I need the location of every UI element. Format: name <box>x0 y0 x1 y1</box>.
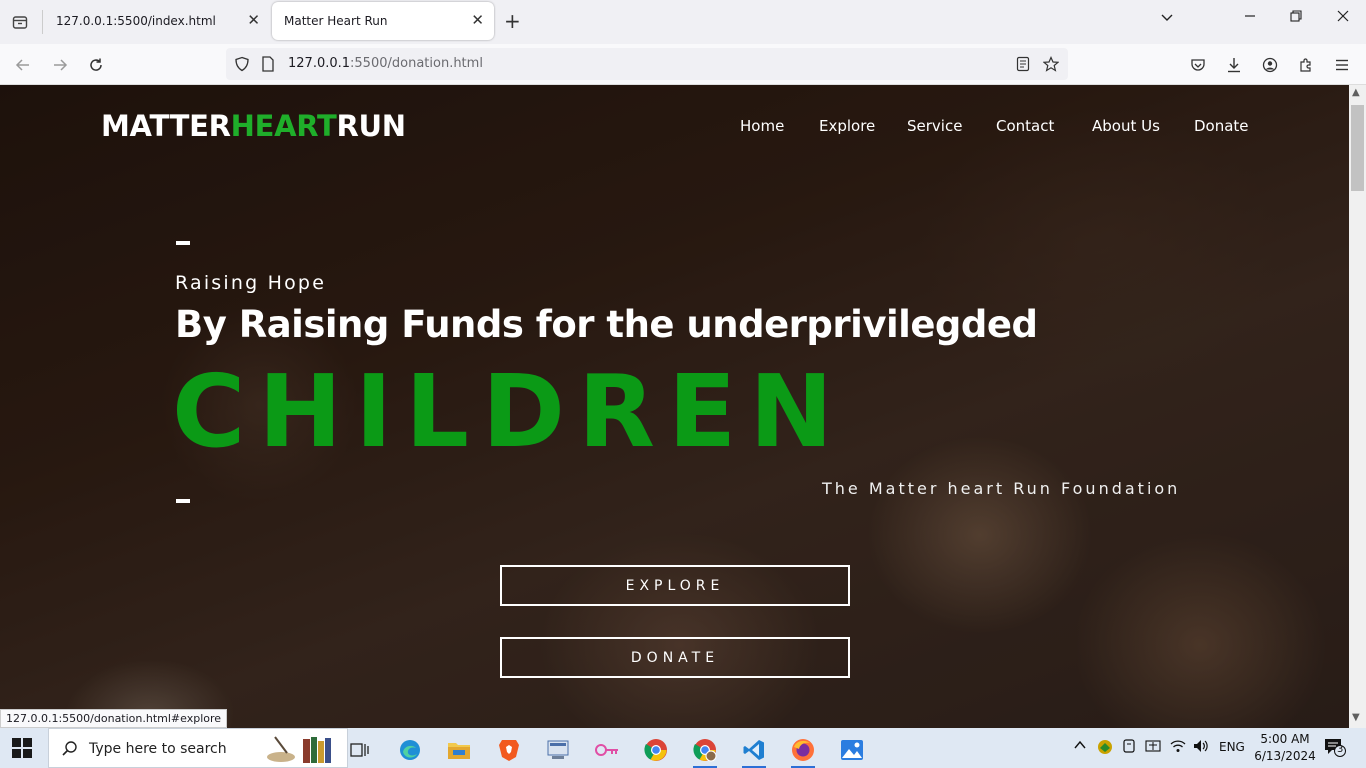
restore-icon[interactable] <box>1290 10 1302 26</box>
browser-tab-bar: 127.0.0.1:5500/index.html ✕ Matter Heart… <box>0 0 1366 44</box>
explore-button[interactable]: EXPLORE <box>500 565 850 606</box>
hero-content: MATTERHEARTRUN Home Explore Service Cont… <box>0 85 1349 728</box>
close-icon[interactable]: ✕ <box>247 13 260 28</box>
notification-center-icon[interactable]: 3 <box>1324 737 1346 760</box>
language-indicator[interactable]: ENG <box>1219 740 1245 754</box>
logo-part-heart: HEART <box>230 109 337 143</box>
browser-nav-bar: 127.0.0.1:5500/donation.html <box>0 44 1366 85</box>
pocket-icon[interactable] <box>1188 55 1208 75</box>
tab-title: Matter Heart Run <box>284 14 388 28</box>
search-icon <box>61 740 79 762</box>
file-explorer-icon[interactable] <box>439 732 479 768</box>
status-link-preview: 127.0.0.1:5500/donation.html#explore <box>0 709 228 728</box>
url-host: 127.0.0.1 <box>288 56 351 71</box>
key-app-icon[interactable] <box>587 732 627 768</box>
forward-arrow-icon[interactable] <box>47 52 73 78</box>
scroll-down-arrow-icon[interactable]: ▼ <box>1352 712 1360 723</box>
address-bar[interactable]: 127.0.0.1:5500/donation.html <box>226 48 1068 80</box>
page-icon[interactable] <box>259 55 277 73</box>
taskbar-clock[interactable]: 5:00 AM 6/13/2024 <box>1250 731 1320 765</box>
search-highlight-books-icon <box>261 733 337 768</box>
tab-overflow-chevron-down-icon[interactable] <box>1160 10 1174 28</box>
windows-taskbar: Type here to search ENG 5:00 AM 6/13/202… <box>0 728 1366 768</box>
brave-browser-icon[interactable] <box>489 732 529 768</box>
edge-browser-icon[interactable] <box>390 732 430 768</box>
hero-foundation-text: The Matter heart Run Foundation <box>822 479 1181 498</box>
nav-service[interactable]: Service <box>907 117 962 135</box>
bottom-dash-decoration <box>176 499 190 503</box>
hero-section: MATTERHEARTRUN Home Explore Service Cont… <box>0 85 1349 728</box>
volume-icon[interactable] <box>1193 738 1209 757</box>
search-placeholder: Type here to search <box>89 741 227 757</box>
photos-icon[interactable] <box>832 732 872 768</box>
scroll-up-arrow-icon[interactable]: ▲ <box>1352 87 1360 98</box>
nav-about-us[interactable]: About Us <box>1092 117 1160 135</box>
show-hidden-icons-chevron-up-icon[interactable] <box>1073 738 1087 755</box>
chrome-icon[interactable] <box>636 732 676 768</box>
clock-time: 5:00 AM <box>1260 732 1310 746</box>
bookmark-star-icon[interactable] <box>1042 55 1060 73</box>
donate-button[interactable]: DONATE <box>500 637 850 678</box>
chrome-profile-icon[interactable] <box>685 732 725 768</box>
notification-count: 3 <box>1337 744 1344 755</box>
page-scrollbar[interactable]: ▲ ▼ <box>1349 85 1366 728</box>
taskbar-search-box[interactable]: Type here to search <box>48 728 348 768</box>
input-method-icon[interactable] <box>1145 738 1161 757</box>
tab-title: 127.0.0.1:5500/index.html <box>56 14 216 28</box>
shield-icon[interactable] <box>233 55 251 73</box>
task-view-icon[interactable] <box>340 732 380 768</box>
download-icon[interactable] <box>1224 55 1244 75</box>
logo-part-run: RUN <box>336 109 406 143</box>
vscode-icon[interactable] <box>734 732 774 768</box>
url-text[interactable]: 127.0.0.1:5500/donation.html <box>288 56 483 71</box>
hero-headline: By Raising Funds for the underprivilegde… <box>175 303 1038 346</box>
scrollbar-thumb[interactable] <box>1351 105 1364 191</box>
nav-explore[interactable]: Explore <box>819 117 875 135</box>
nav-home[interactable]: Home <box>740 117 784 135</box>
tray-app-icon[interactable] <box>1097 739 1113 758</box>
tab-index[interactable]: 127.0.0.1:5500/index.html ✕ <box>44 2 270 40</box>
clock-date: 6/13/2024 <box>1254 749 1316 763</box>
new-tab-plus-icon[interactable]: + <box>504 10 521 32</box>
wifi-icon[interactable] <box>1170 738 1186 757</box>
tab-matter-heart-run[interactable]: Matter Heart Run ✕ <box>272 2 494 40</box>
logo-part-matter: MATTER <box>101 109 231 143</box>
hero-eyebrow: Raising Hope <box>175 272 327 294</box>
firefox-icon[interactable] <box>783 732 823 768</box>
tab-separator <box>42 10 43 34</box>
reader-view-icon[interactable] <box>1014 55 1032 73</box>
url-path: :5500/donation.html <box>350 56 483 71</box>
account-icon[interactable] <box>1260 55 1280 75</box>
site-logo[interactable]: MATTERHEARTRUN <box>101 109 406 143</box>
nav-contact[interactable]: Contact <box>996 117 1054 135</box>
extensions-puzzle-icon[interactable] <box>1296 55 1316 75</box>
menu-hamburger-icon[interactable] <box>1332 55 1352 75</box>
back-arrow-icon[interactable] <box>10 52 36 78</box>
hero-big-word: CHILDREN <box>172 353 847 470</box>
top-dash-decoration <box>176 241 190 245</box>
remote-desktop-icon[interactable] <box>538 732 578 768</box>
windows-start-icon[interactable] <box>12 738 34 760</box>
close-window-icon[interactable] <box>1337 10 1349 26</box>
reload-icon[interactable] <box>83 52 109 78</box>
device-tray-icon[interactable] <box>1122 738 1136 757</box>
minimize-icon[interactable] <box>1244 10 1256 26</box>
nav-donate[interactable]: Donate <box>1194 117 1249 135</box>
close-icon[interactable]: ✕ <box>471 13 484 28</box>
tab-list-icon[interactable] <box>6 8 34 36</box>
